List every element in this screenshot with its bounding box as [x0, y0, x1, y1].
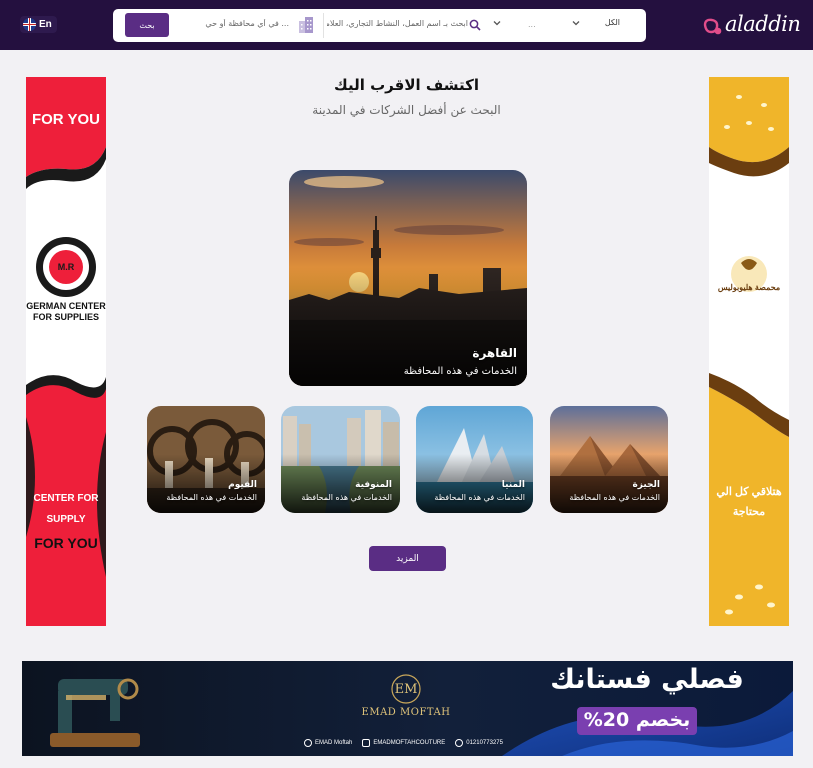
left-ad-banner[interactable]: FOR YOU M.R GERMAN CENTER FOR SUPPLIES C…	[26, 77, 106, 626]
more-button[interactable]: المزيد	[369, 546, 446, 571]
governorate-card-giza[interactable]: الجيزة الخدمات في هذه المحافظة	[550, 406, 668, 513]
instagram-link[interactable]: EMADMOFTAHCOUTURE	[362, 739, 445, 747]
left-ad-logo-initials: M.R	[57, 262, 75, 272]
search-icon	[469, 19, 481, 31]
language-label: En	[39, 19, 52, 30]
governorate-name: القاهرة	[472, 346, 517, 360]
search-bar: بحث ... في أي محافظة أو حي ابحث بـ اسم ا…	[113, 9, 646, 42]
governorate-card-fayoum[interactable]: الفيوم الخدمات في هذه المحافظة	[147, 406, 265, 513]
page-subtitle: البحث عن أفضل الشركات في المدينة	[312, 103, 501, 117]
bottom-ad-banner[interactable]: EM EMAD MOFTAH فصلي فستانك بخصم 20% EMAD…	[22, 661, 793, 756]
facebook-icon	[304, 739, 312, 747]
keyword-input[interactable]: ابحث بـ اسم العمل، النشاط التجاري، العلا…	[327, 19, 468, 28]
right-ad-banner[interactable]: محمصة هليوبوليس هتلاقي كل الي محتاجة	[709, 77, 789, 626]
governorate-caption: الخدمات في هذه المحافظة	[403, 366, 517, 377]
left-ad-text-3: FOR YOU	[34, 535, 98, 551]
governorate-caption: الخدمات في هذه المحافظة	[301, 493, 392, 502]
lamp-icon	[703, 18, 722, 35]
chevron-down-icon	[572, 21, 580, 26]
page-title: اكتشف الاقرب اليك	[334, 76, 479, 94]
logo-text: aladdin	[725, 12, 801, 36]
governorate-name: الفيوم	[228, 480, 257, 490]
left-ad-text-2: SUPPLY	[46, 514, 86, 525]
governorate-name: الجيزة	[632, 480, 660, 490]
right-ad-text: هتلاقي كل الي	[716, 486, 782, 498]
subcategory-select[interactable]: ...	[488, 15, 568, 35]
search-divider	[323, 13, 324, 38]
facebook-link[interactable]: EMAD Moftah	[304, 739, 352, 747]
whatsapp-icon	[455, 739, 464, 747]
governorate-card-menoufia[interactable]: المنوفية الخدمات في هذه المحافظة	[281, 406, 400, 513]
left-ad-brand-2: FOR SUPPLIES	[32, 312, 99, 322]
right-ad-text-2: محتاجة	[732, 506, 766, 518]
aladdin-logo[interactable]: aladdin	[703, 12, 801, 38]
banner-discount: بخصم 20%	[583, 709, 691, 731]
chevron-down-icon	[493, 21, 501, 26]
banner-socials: EMAD Moftah EMADMOFTAHCOUTURE 0121077327…	[304, 739, 503, 747]
search-button[interactable]: بحث	[125, 13, 169, 37]
governorate-name: المنيا	[501, 480, 525, 490]
whatsapp-link[interactable]: 01210773275	[455, 739, 503, 747]
governorate-caption: الخدمات في هذه المحافظة	[434, 493, 525, 502]
language-switch[interactable]: En	[20, 16, 57, 33]
left-ad-text: CENTER FOR	[33, 493, 99, 504]
banner-brand: EMAD MOFTAH	[361, 707, 451, 718]
governorate-name: المنوفية	[355, 480, 392, 490]
banner-brand-initials: EM	[394, 682, 418, 697]
governorate-card-featured[interactable]: القاهرة الخدمات في هذه المحافظة	[289, 170, 527, 386]
governorate-card-minya[interactable]: المنيا الخدمات في هذه المحافظة	[416, 406, 533, 513]
right-ad-art	[709, 77, 789, 626]
top-navbar: En بحث ... في أي محافظة أو حي ابحث بـ اس…	[0, 0, 813, 50]
left-ad-brand: GERMAN CENTER	[26, 301, 106, 311]
governorate-caption: الخدمات في هذه المحافظة	[569, 493, 660, 502]
city-icon	[299, 17, 313, 33]
location-input[interactable]: ... في أي محافظة أو حي	[191, 19, 289, 28]
uk-flag-icon	[23, 18, 36, 31]
governorate-caption: الخدمات في هذه المحافظة	[166, 493, 257, 502]
banner-headline: فصلي فستانك	[550, 664, 744, 695]
right-ad-brand: محمصة هليوبوليس	[717, 283, 781, 292]
instagram-icon	[362, 739, 371, 747]
category-select[interactable]: الكل	[568, 15, 638, 35]
left-ad-tagline: FOR YOU	[31, 111, 101, 128]
